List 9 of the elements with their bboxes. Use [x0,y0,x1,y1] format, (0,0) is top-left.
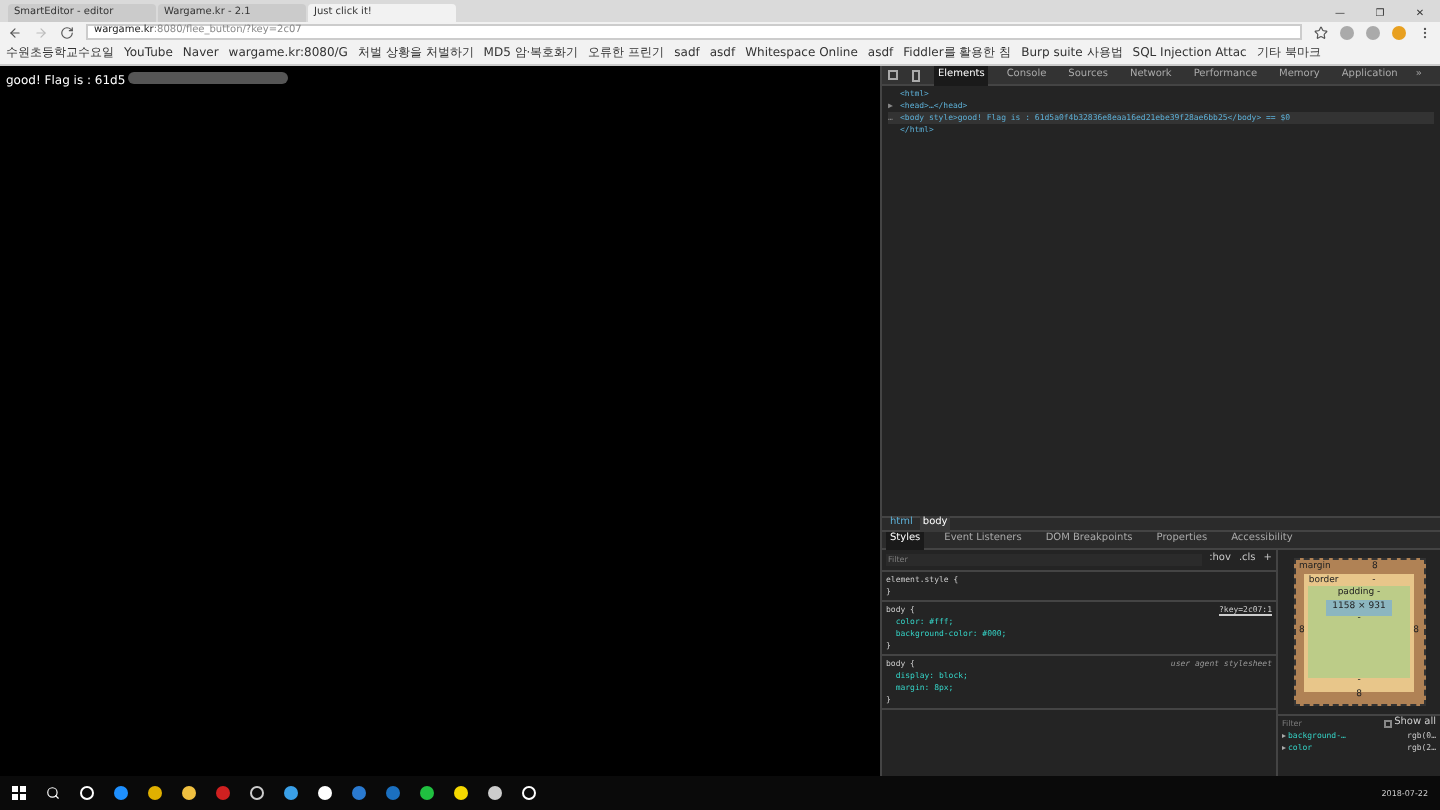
back-icon[interactable] [8,25,22,39]
windows-start-icon[interactable] [12,786,26,800]
search-icon[interactable] [46,786,60,800]
star-icon[interactable] [1314,25,1328,39]
show-all-checkbox[interactable] [1384,719,1393,727]
reload-icon[interactable] [60,25,74,39]
inspect-icon[interactable] [888,70,898,80]
menu-icon[interactable] [1418,25,1432,39]
device-icon[interactable] [912,69,920,81]
